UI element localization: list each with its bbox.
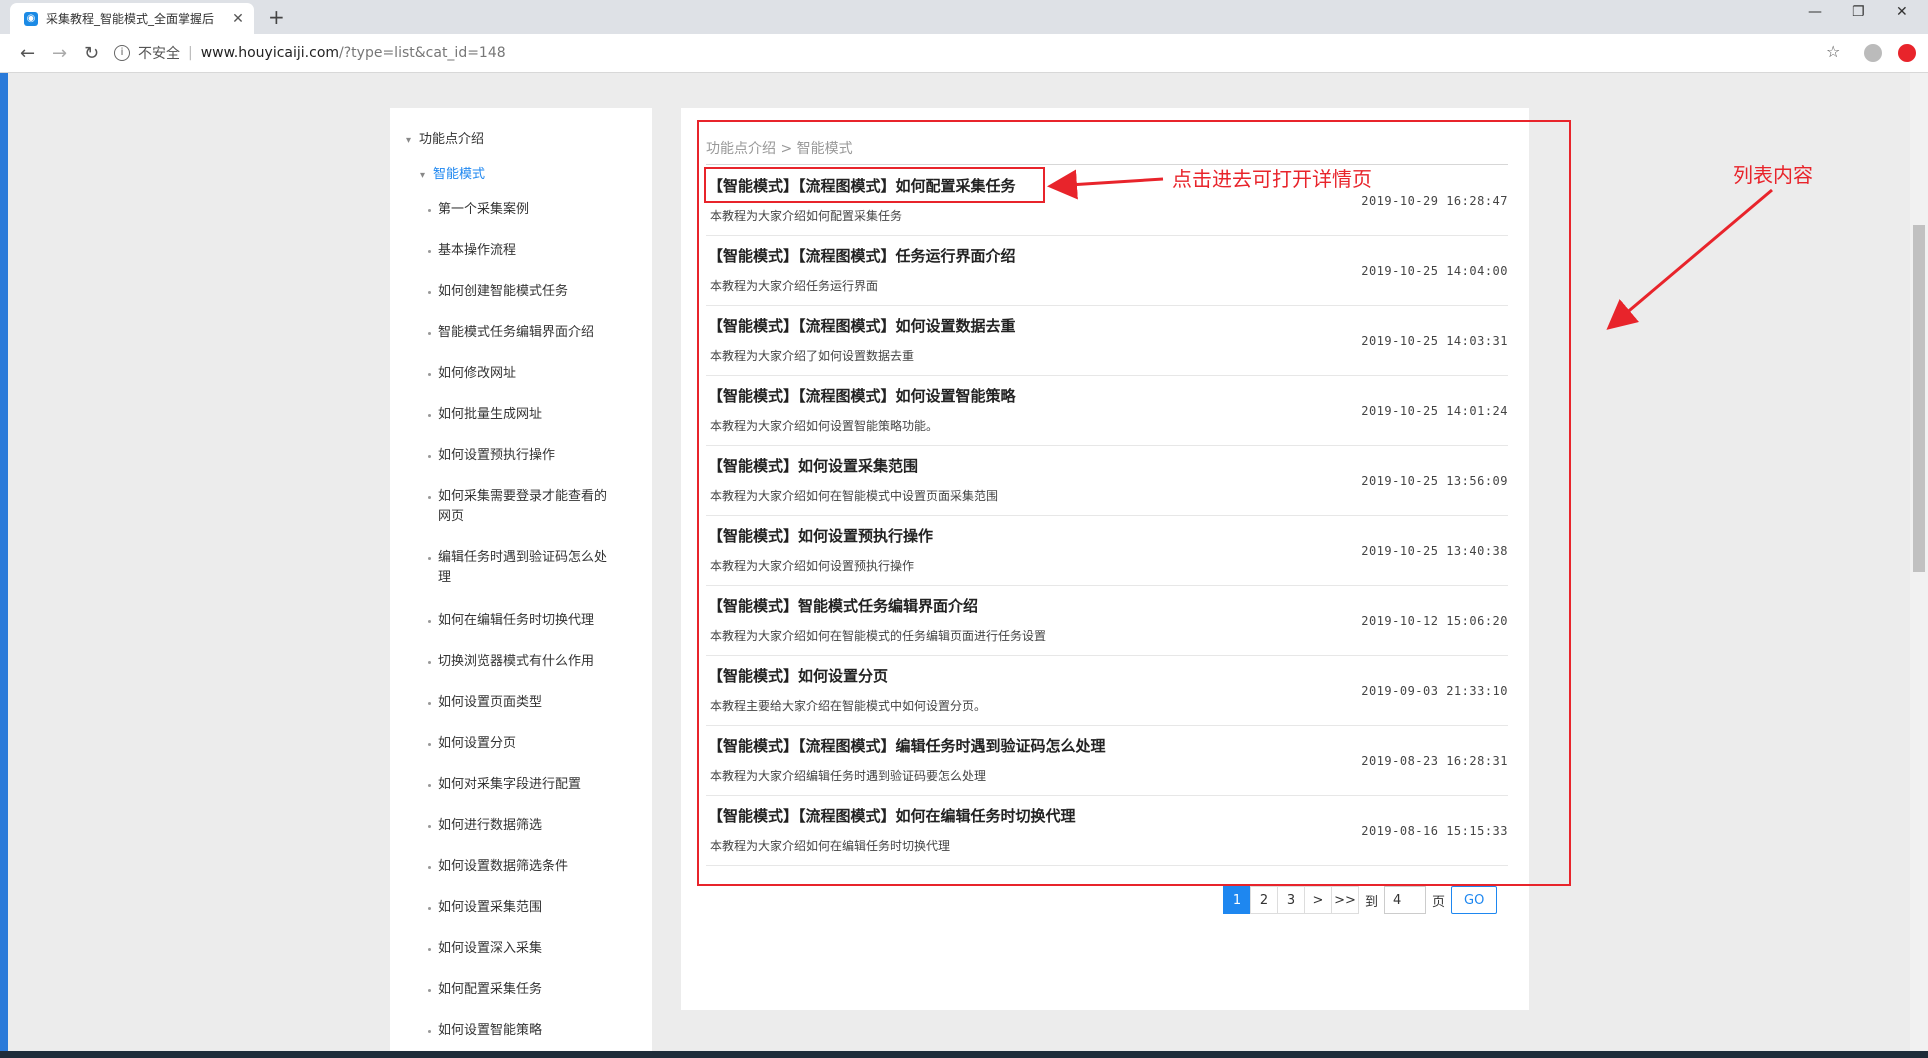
page-suffix-label: 页: [1432, 894, 1446, 910]
page-number-input[interactable]: [1384, 886, 1427, 914]
annotation-arrows: [1047, 169, 1773, 330]
page-button-1[interactable]: 1: [1223, 886, 1251, 914]
page-button-2[interactable]: 2: [1250, 886, 1278, 914]
pagination: 1 2 3 > >> 到 页 GO: [1223, 886, 1498, 914]
page-button-3[interactable]: 3: [1277, 886, 1305, 914]
os-taskbar: [0, 1051, 1928, 1058]
go-button[interactable]: GO: [1451, 886, 1498, 914]
arrow-to-list-icon: [1606, 188, 1773, 330]
goto-label: 到: [1365, 894, 1379, 910]
arrow-to-title-icon: [1047, 169, 1164, 200]
next-page-button[interactable]: >: [1304, 886, 1332, 914]
last-page-button[interactable]: >>: [1331, 886, 1359, 914]
